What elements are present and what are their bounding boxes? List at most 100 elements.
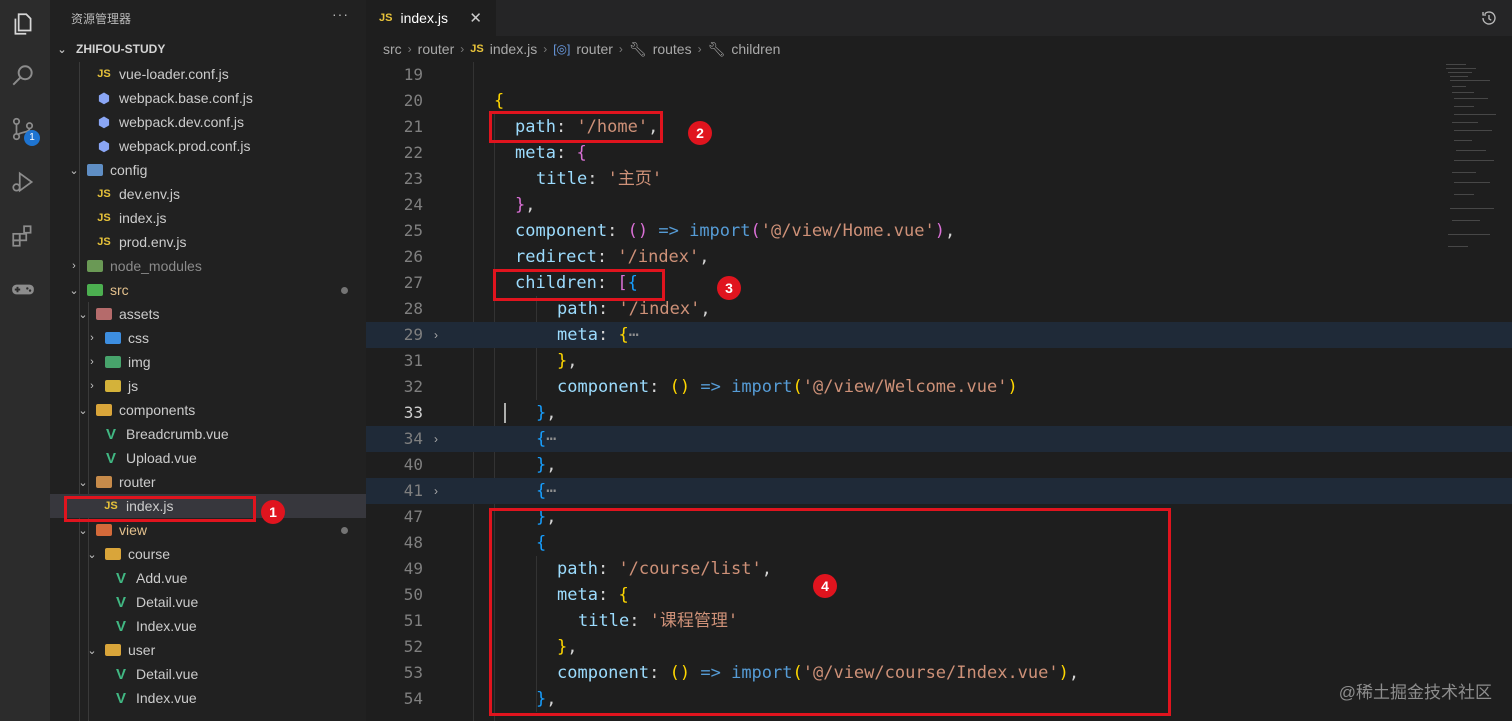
chevron-right-icon: › [90,380,94,392]
tree-item-folder[interactable]: ⌄ course [50,542,366,566]
line-number: 49 [403,559,423,578]
tree-item-folder[interactable]: ⌄ router [50,470,366,494]
tree-item[interactable]: V Breadcrumb.vue [50,422,366,446]
code-token: path [557,299,598,319]
chevron-down-icon: ⌄ [78,404,88,417]
code-line: 26 redirect: '/index', [366,244,1512,270]
tree-item-folder[interactable]: ⌄ config [50,158,366,182]
tree-item[interactable]: ⬢ webpack.prod.conf.js [50,134,366,158]
tree-item-label: prod.env.js [119,234,187,250]
tree-item-folder[interactable]: ⌄ assets [50,302,366,326]
code-line: 32 component: () => import('@/view/Welcom… [366,374,1512,400]
tree-item[interactable]: JS prod.env.js [50,230,366,254]
tree-item-folder[interactable]: › js [50,374,366,398]
code-editor[interactable]: 19 20{ 21 path: '/home', 22 meta: { 23 titl… [366,62,1512,721]
tree-item[interactable]: ⬢ webpack.base.conf.js [50,86,366,110]
code-line: 31}, [366,348,1512,374]
line-number: 21 [403,117,423,136]
tree-item[interactable]: V Index.vue [50,614,366,638]
line-number: 32 [403,377,423,396]
text-cursor [504,403,506,423]
breadcrumb-file[interactable]: index.js [490,41,537,57]
breadcrumb-routes[interactable]: routes [653,41,692,57]
code-line-folded: 29 › meta: {⋯ [366,322,1512,348]
tree-item[interactable]: V Detail.vue [50,662,366,686]
explorer-icon[interactable] [9,10,37,38]
annotation-box-4 [489,508,1171,716]
breadcrumb-src[interactable]: src [383,41,402,57]
project-name: ZHIFOU-STUDY [76,42,166,56]
tree-item-folder[interactable]: › css [50,326,366,350]
line-number: 20 [403,91,423,110]
tree-item[interactable]: V Index.vue [50,686,366,710]
js-file-icon: JS [379,12,393,24]
wrench-icon: 🔧︎ [707,40,726,57]
tree-item-folder[interactable]: › node_modules [50,254,366,278]
tree-item[interactable]: V Upload.vue [50,446,366,470]
wrench-icon: 🔧︎ [628,40,647,57]
history-icon[interactable] [1480,9,1498,27]
vue-file-icon: V [115,665,126,683]
tree-item-folder[interactable]: › img [50,350,366,374]
project-header[interactable]: ⌄ ZHIFOU-STUDY [54,40,165,58]
watermark: @稀土掘金技术社区 [1338,683,1492,702]
minimap[interactable] [1442,62,1498,262]
tree-item-folder[interactable]: ⌄ user [50,638,366,662]
explorer-sidebar: 资源管理器 ··· ⌄ ZHIFOU-STUDY JS vue-loader.co… [50,0,366,721]
tree-item-folder[interactable]: ⌄ components [50,398,366,422]
tree-item[interactable]: JS vue-loader.conf.js [50,62,366,86]
folder-icon [104,644,122,656]
tree-item[interactable]: V Add.vue [50,566,366,590]
source-control-badge: 1 [24,130,40,146]
tree-item[interactable]: JS dev.env.js [50,182,366,206]
code-token: ⋯ [546,481,557,501]
tree-item[interactable]: ⬢ webpack.dev.conf.js [50,110,366,134]
line-number: 34 [403,429,423,448]
breadcrumb-router[interactable]: router [418,41,455,57]
gamepad-icon[interactable] [9,275,37,303]
line-number: 52 [403,637,423,656]
js-file-icon: JS [470,43,484,55]
line-number: 48 [403,533,423,552]
tree-item-folder[interactable]: ⌄ src [50,278,366,302]
tree-item-label: Add.vue [136,570,188,586]
code-token: '/index' [618,299,701,319]
vue-file-icon: V [115,569,126,587]
extensions-icon[interactable] [9,222,37,250]
breadcrumb-router-symbol[interactable]: router [576,41,613,57]
variable-icon: [◎] [553,42,571,56]
code-line: 19 [366,62,1512,88]
chevron-right-icon: › [407,42,412,56]
tree-item[interactable]: V Detail.vue [50,590,366,614]
chevron-right-icon[interactable]: › [434,426,438,452]
more-actions-icon[interactable]: ··· [332,6,349,22]
chevron-down-icon: ⌄ [69,284,79,297]
line-number: 53 [403,663,423,682]
chevron-right-icon[interactable]: › [434,322,438,348]
tree-item-label: webpack.dev.conf.js [119,114,245,130]
tab-index-js[interactable]: JS index.js ✕ [366,0,496,36]
modified-dot [341,526,348,534]
breadcrumb-children[interactable]: children [731,41,780,57]
vue-file-icon: V [115,689,126,707]
chevron-right-icon: › [90,356,94,368]
chevron-right-icon[interactable]: › [434,478,438,504]
annotation-box-2 [489,111,663,143]
line-number: 51 [403,611,423,630]
tree-item-label: js [128,378,139,394]
code-token: '主页' [607,169,663,189]
code-token: => [658,221,679,241]
tree-item-label: Breadcrumb.vue [126,426,229,442]
js-folder-icon [104,380,122,392]
run-debug-icon[interactable] [9,168,37,196]
tree-item-label: components [119,402,196,418]
webpack-file-icon: ⬢ [97,113,111,130]
search-icon[interactable] [9,62,37,90]
chevron-right-icon: › [618,42,623,56]
close-icon[interactable]: ✕ [469,9,482,27]
tree-item-label: Upload.vue [126,450,197,466]
code-token: component [557,377,650,397]
code-token: => [700,377,721,397]
code-line-folded: 41 › {⋯ [366,478,1512,504]
tree-item[interactable]: JS index.js [50,206,366,230]
